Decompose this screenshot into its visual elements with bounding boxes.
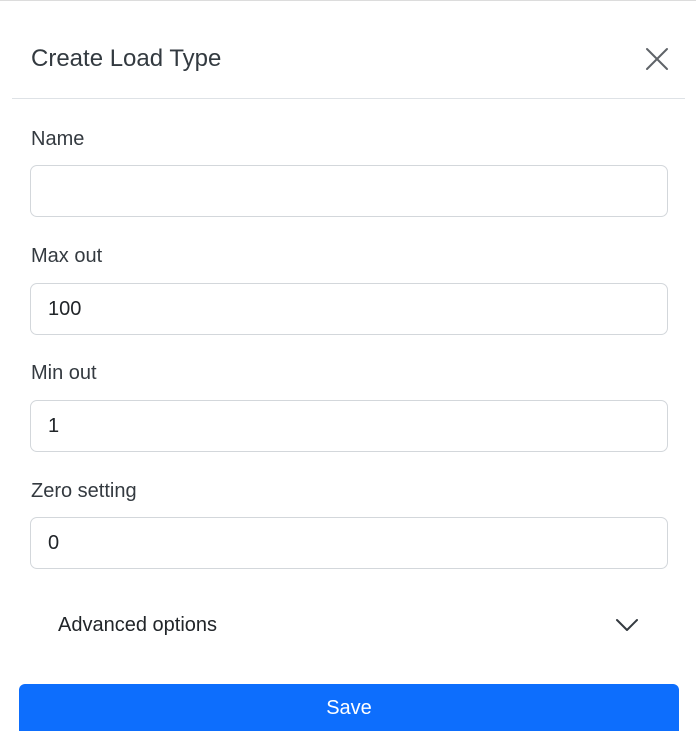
- min-out-input[interactable]: [30, 400, 668, 452]
- create-load-type-dialog: Create Load Type Name Max out Min out Ze…: [0, 0, 696, 731]
- close-icon: [644, 46, 670, 72]
- advanced-options-label: Advanced options: [58, 614, 218, 636]
- name-label: Name: [31, 128, 85, 150]
- dialog-title: Create Load Type: [31, 45, 222, 72]
- dialog-header: Create Load Type: [12, 1, 685, 99]
- close-button[interactable]: [644, 46, 670, 72]
- zero-setting-input[interactable]: [30, 517, 668, 569]
- chevron-down-icon: [615, 617, 639, 633]
- min-out-label: Min out: [31, 362, 97, 384]
- name-input[interactable]: [30, 165, 668, 217]
- max-out-input[interactable]: [30, 283, 668, 335]
- save-button[interactable]: Save: [19, 684, 679, 731]
- zero-setting-label: Zero setting: [31, 480, 137, 502]
- advanced-options-toggle[interactable]: Advanced options: [30, 601, 668, 651]
- max-out-label: Max out: [31, 245, 103, 267]
